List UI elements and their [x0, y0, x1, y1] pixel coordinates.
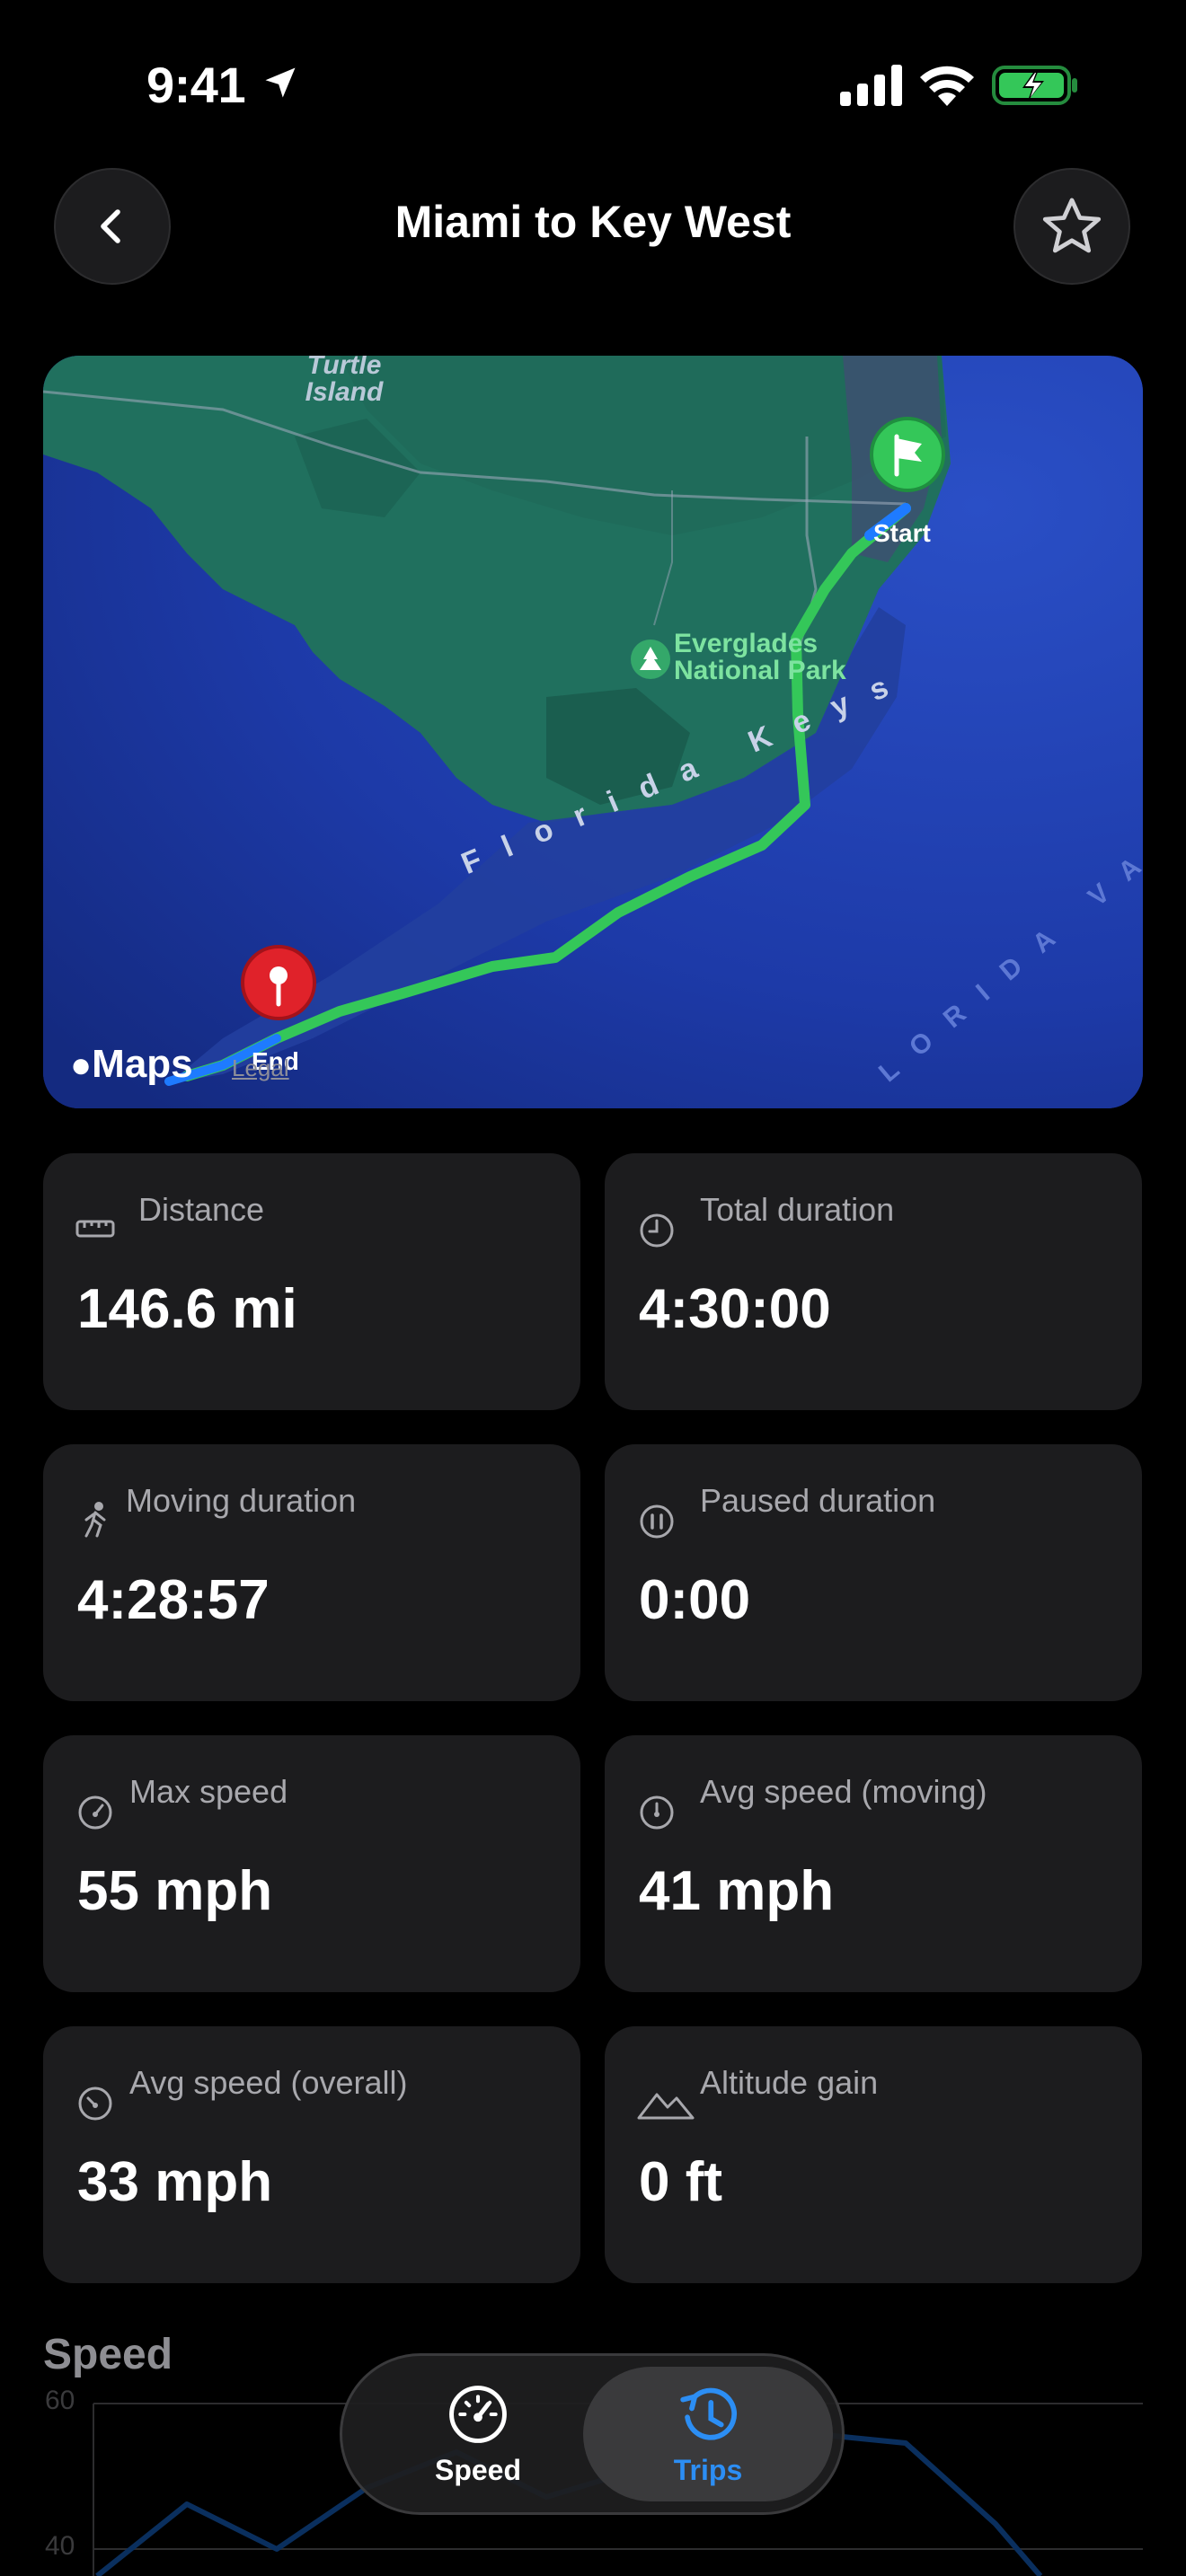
stat-card-paused-duration: Paused duration 0:00 — [605, 1444, 1142, 1701]
map-label-turtle-island: Turtle Island — [305, 356, 384, 407]
tab-speed-label: Speed — [434, 2453, 522, 2486]
tab-bar: Speed Trips — [340, 2353, 845, 2515]
tab-trips[interactable]: Trips — [583, 2367, 833, 2501]
stat-value: 55 mph — [77, 1860, 273, 1922]
mountains-icon — [637, 2093, 695, 2120]
apple-maps-logo: ●Maps — [70, 1042, 193, 1086]
stat-card-total-duration: Total duration 4:30:00 — [605, 1153, 1142, 1410]
tab-trips-label: Trips — [673, 2453, 743, 2486]
legal-link[interactable]: Legal — [232, 1054, 289, 1082]
walking-figure-icon — [84, 1502, 106, 1538]
stat-value: 0:00 — [639, 1569, 751, 1631]
clock-icon — [640, 1213, 674, 1248]
stat-label: Paused duration — [700, 1482, 936, 1519]
history-clock-icon — [680, 2387, 738, 2440]
stat-value: 4:28:57 — [77, 1569, 270, 1631]
tab-speed[interactable]: Speed — [353, 2367, 603, 2501]
ruler-icon — [75, 1220, 115, 1238]
stat-card-moving-duration: Moving duration 4:28:57 — [43, 1444, 580, 1701]
stat-label: Avg speed (moving) — [700, 1773, 987, 1810]
battery-charging-icon — [992, 66, 1077, 105]
y-tick-60: 60 — [45, 2386, 75, 2415]
stat-value: 33 mph — [77, 2151, 273, 2213]
speedometer-icon — [78, 1795, 112, 1830]
location-arrow-icon — [265, 67, 296, 98]
speedometer-icon — [449, 2385, 507, 2443]
page-title: Miami to Key West — [394, 197, 792, 247]
stat-label: Altitude gain — [700, 2064, 879, 2101]
stat-value: 4:30:00 — [639, 1278, 831, 1340]
wifi-icon — [920, 66, 974, 106]
stat-label: Total duration — [700, 1191, 895, 1228]
start-label: Start — [873, 519, 931, 547]
speedometer-icon — [78, 2086, 112, 2121]
stat-card-max-speed: Max speed 55 mph — [43, 1735, 580, 1992]
speed-chart-title: Speed — [43, 2331, 173, 2378]
speedometer-icon — [640, 1795, 674, 1830]
stat-value: 41 mph — [639, 1860, 835, 1922]
stat-card-distance: Distance 146.6 mi — [43, 1153, 580, 1410]
stat-label: Max speed — [129, 1773, 288, 1810]
status-time: 9:41 — [146, 57, 246, 113]
stat-card-avg-speed-moving: Avg speed (moving) 41 mph — [605, 1735, 1142, 1992]
stat-card-avg-speed-overall: Avg speed (overall) 33 mph — [43, 2026, 580, 2283]
route-map[interactable]: Turtle Island Everglades National Park F… — [43, 356, 1143, 1108]
apple-logo-icon: ● — [70, 1045, 93, 1085]
stat-label: Moving duration — [126, 1482, 357, 1519]
cellular-signal-icon — [840, 65, 902, 106]
favorite-button[interactable] — [1013, 168, 1130, 285]
y-tick-40: 40 — [45, 2531, 75, 2561]
stat-value: 146.6 mi — [77, 1278, 297, 1340]
stat-label: Avg speed (overall) — [129, 2064, 408, 2101]
stat-label: Distance — [138, 1191, 265, 1228]
stat-value: 0 ft — [639, 2151, 722, 2213]
stat-card-altitude-gain: Altitude gain 0 ft — [605, 2026, 1142, 2283]
pause-circle-icon — [640, 1504, 674, 1539]
star-icon — [1042, 198, 1102, 253]
